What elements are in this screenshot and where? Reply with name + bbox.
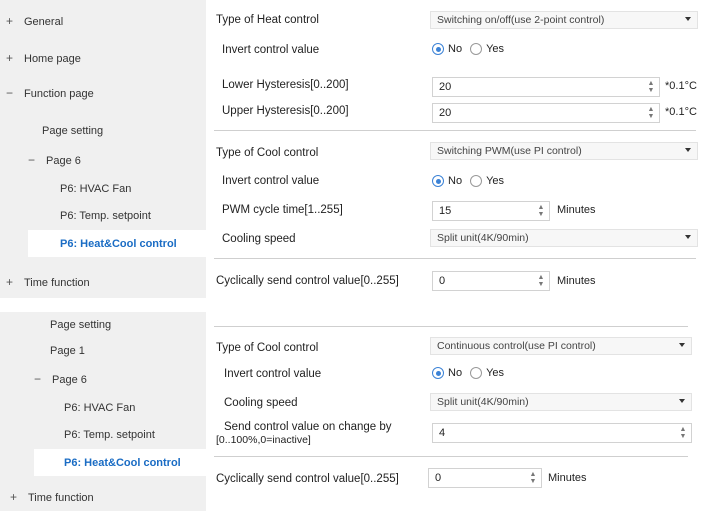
separator-line (214, 326, 688, 327)
spinner-arrows-icon[interactable]: ▲ ▼ (647, 106, 655, 120)
radio-yes[interactable] (470, 43, 483, 55)
separator-line (214, 456, 688, 457)
collapse-minus-icon: − (34, 372, 42, 386)
spinner-arrows-icon[interactable]: ▲ ▼ (529, 471, 537, 485)
heat-invert-label: Invert control value (222, 44, 320, 56)
cool-invert-radio-group-2: No Yes (432, 367, 504, 379)
cyclic-send-input[interactable]: 0 ▲ ▼ (432, 271, 550, 291)
nav-item-page-1[interactable]: Page 1 (50, 345, 85, 357)
nav-item-general[interactable]: + General (6, 14, 63, 28)
pwm-cycle-label: PWM cycle time[1..255] (222, 204, 343, 216)
heat-invert-radio-group: No Yes (432, 43, 504, 55)
spinner-arrows-icon[interactable]: ▲ ▼ (537, 274, 545, 288)
separator-line (214, 130, 696, 131)
nav-item-heat-cool-control[interactable]: P6: Heat&Cool control (60, 238, 177, 250)
expand-plus-icon: + (10, 490, 18, 504)
upper-hysteresis-input[interactable]: 20 ▲ ▼ (432, 103, 660, 123)
cyclic-send-label: Cyclically send control value[0..255] (216, 275, 399, 287)
nav-item-function-page[interactable]: − Function page (6, 86, 94, 100)
nav-item-heat-cool-control[interactable]: P6: Heat&Cool control (64, 457, 181, 469)
lower-hysteresis-label: Lower Hysteresis[0..200] (222, 79, 349, 91)
nav-item-hvac-fan[interactable]: P6: HVAC Fan (60, 183, 131, 195)
spinner-arrows-icon[interactable]: ▲ ▼ (647, 80, 655, 94)
lower-hysteresis-unit: *0.1°C (665, 80, 697, 92)
radio-yes[interactable] (470, 367, 483, 379)
nav-item-time-function[interactable]: + Time function (6, 275, 90, 289)
cool-invert-label: Invert control value (222, 175, 320, 187)
cyclic-send-unit-2: Minutes (548, 472, 587, 484)
expand-plus-icon: + (6, 275, 14, 289)
cool-type-dropdown-2[interactable]: Continuous control(use PI control) (430, 337, 692, 355)
nav-item-page-6[interactable]: − Page 6 (34, 372, 87, 386)
heat-type-dropdown[interactable]: Switching on/off(use 2-point control) (430, 11, 698, 29)
send-on-change-label: Send control value on change by (224, 421, 392, 433)
pwm-cycle-input[interactable]: 15 ▲ ▼ (432, 201, 550, 221)
separator-line (214, 258, 696, 259)
radio-yes[interactable] (470, 175, 483, 187)
radio-no[interactable] (432, 175, 444, 187)
expand-plus-icon: + (6, 51, 14, 65)
cool-type-label: Type of Cool control (216, 147, 319, 159)
upper-hysteresis-label: Upper Hysteresis[0..200] (222, 105, 349, 117)
cyclic-send-label-2: Cyclically send control value[0..255] (216, 473, 399, 485)
nav-item-temp-setpoint[interactable]: P6: Temp. setpoint (60, 210, 151, 222)
send-on-change-input[interactable]: 4 ▲ ▼ (432, 423, 692, 443)
pwm-cycle-unit: Minutes (557, 204, 596, 216)
cyclic-send-input-2[interactable]: 0 ▲ ▼ (428, 468, 542, 488)
radio-no[interactable] (432, 367, 444, 379)
upper-hysteresis-unit: *0.1°C (665, 106, 697, 118)
send-on-change-range: [0..100%,0=inactive] (216, 434, 311, 446)
cyclic-send-unit: Minutes (557, 275, 596, 287)
cooling-speed-label-2: Cooling speed (224, 397, 298, 409)
cool-invert-label-2: Invert control value (224, 368, 322, 380)
chevron-down-icon (685, 17, 691, 21)
chevron-down-icon (685, 148, 691, 152)
spinner-arrows-icon[interactable]: ▲ ▼ (537, 204, 545, 218)
heat-type-label: Type of Heat control (216, 14, 319, 26)
radio-no[interactable] (432, 43, 444, 55)
cool-type-dropdown[interactable]: Switching PWM(use PI control) (430, 142, 698, 160)
lower-hysteresis-input[interactable]: 20 ▲ ▼ (432, 77, 660, 97)
collapse-minus-icon: − (6, 86, 14, 100)
cool-type-label-2: Type of Cool control (216, 342, 319, 354)
nav-item-page-6[interactable]: − Page 6 (28, 153, 81, 167)
chevron-down-icon (679, 343, 685, 347)
nav-item-page-setting[interactable]: Page setting (42, 125, 103, 137)
cooling-speed-dropdown[interactable]: Split unit(4K/90min) (430, 229, 698, 247)
expand-plus-icon: + (6, 14, 14, 28)
chevron-down-icon (679, 399, 685, 403)
nav-item-hvac-fan[interactable]: P6: HVAC Fan (64, 402, 135, 414)
cooling-speed-dropdown-2[interactable]: Split unit(4K/90min) (430, 393, 692, 411)
nav-item-home-page[interactable]: + Home page (6, 51, 81, 65)
collapse-minus-icon: − (28, 153, 36, 167)
chevron-down-icon (685, 235, 691, 239)
cooling-speed-label: Cooling speed (222, 233, 296, 245)
nav-item-time-function[interactable]: + Time function (10, 490, 94, 504)
spinner-arrows-icon[interactable]: ▲ ▼ (679, 426, 687, 440)
cool-invert-radio-group: No Yes (432, 175, 504, 187)
nav-item-page-setting[interactable]: Page setting (50, 319, 111, 331)
nav-item-temp-setpoint[interactable]: P6: Temp. setpoint (64, 429, 155, 441)
